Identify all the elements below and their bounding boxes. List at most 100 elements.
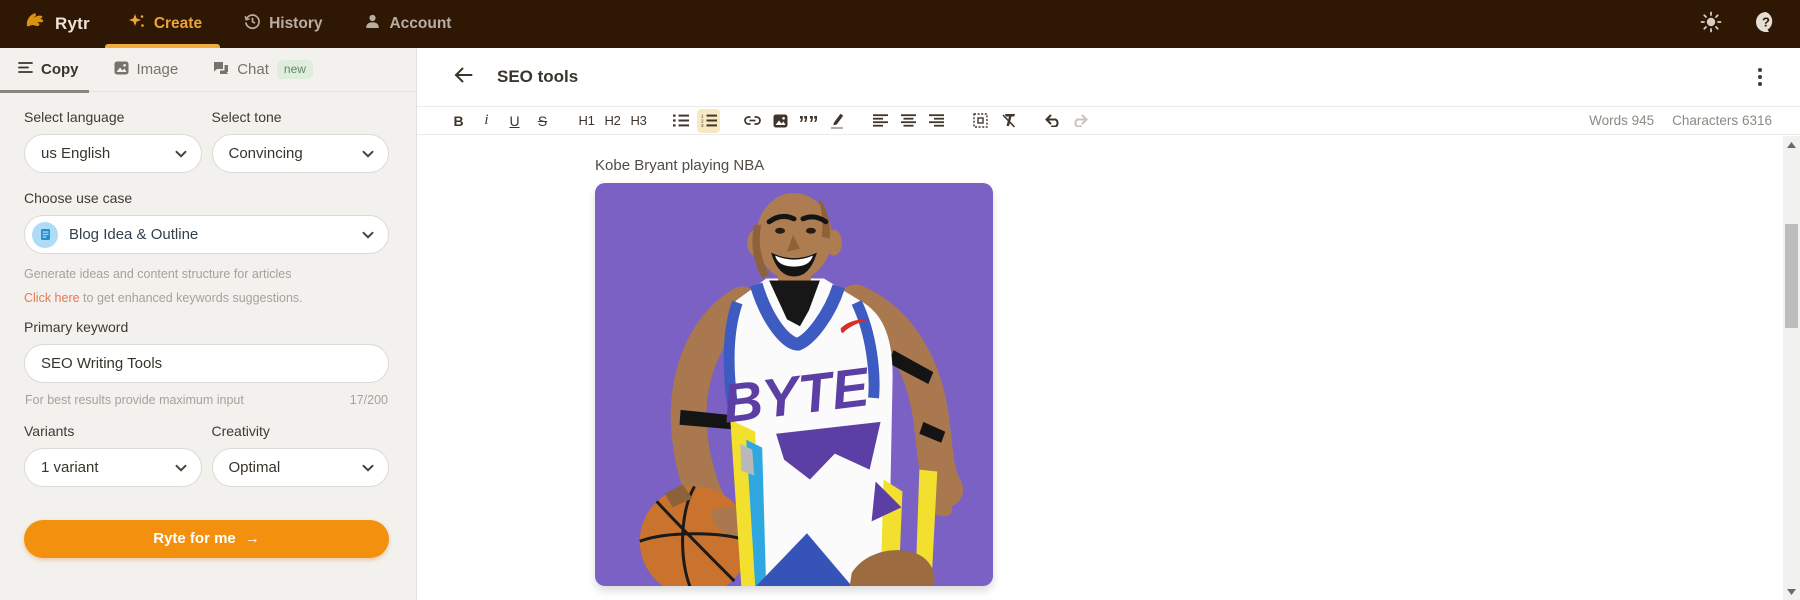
words-count: 945 [1632, 113, 1655, 128]
creativity-label: Creativity [212, 423, 390, 439]
keyword-helper-text: For best results provide maximum input [25, 393, 244, 407]
chevron-down-icon [362, 459, 374, 476]
underline-button[interactable]: U [503, 109, 526, 133]
document-title: SEO tools [497, 67, 578, 87]
chevron-down-icon [175, 145, 187, 162]
creativity-select[interactable]: Optimal [212, 448, 390, 487]
scroll-up-arrow[interactable] [1783, 136, 1800, 153]
theme-toggle-sun-icon[interactable] [1700, 11, 1722, 38]
link-button[interactable] [741, 109, 764, 133]
align-right-button[interactable] [925, 109, 948, 133]
tab-chat-label: Chat [237, 61, 269, 78]
rytr-logo-icon [24, 12, 46, 37]
document-header: SEO tools [417, 48, 1800, 107]
back-arrow-icon[interactable] [454, 67, 473, 88]
keyword-char-counter: 17/200 [350, 393, 388, 407]
heading3-button[interactable]: H3 [627, 109, 650, 133]
formatting-toolbar: B i U S H1 H2 H3 123 [417, 107, 1800, 135]
insert-image-button[interactable] [769, 109, 792, 133]
tab-copy[interactable]: Copy [18, 48, 79, 92]
sidebar-form: Select language us English Select tone C… [0, 92, 416, 558]
heading2-button[interactable]: H2 [601, 109, 624, 133]
svg-text:?: ? [1762, 14, 1770, 29]
rytr-brand[interactable]: Rytr [24, 12, 90, 37]
tab-image-label: Image [137, 61, 179, 78]
characters-label: Characters [1672, 113, 1738, 128]
history-clock-icon [244, 13, 261, 35]
copy-lines-icon [18, 61, 33, 78]
brand-name: Rytr [55, 14, 90, 34]
account-person-icon [364, 13, 381, 35]
use-case-value: Blog Idea & Outline [69, 226, 362, 243]
heading1-button[interactable]: H1 [575, 109, 598, 133]
sparkle-icon [128, 13, 146, 36]
click-here-link[interactable]: Click here [24, 291, 80, 305]
tone-value: Convincing [229, 145, 363, 162]
rytr-app: Rytr Create History Account ? [0, 0, 1800, 600]
more-options-icon[interactable] [1752, 64, 1768, 90]
tab-copy-label: Copy [41, 61, 79, 78]
strikethrough-button[interactable]: S [531, 109, 554, 133]
kobe-bryant-illustration[interactable]: BYTE [595, 183, 993, 586]
align-center-button[interactable] [897, 109, 920, 133]
sidebar-tabs: Copy Image Chat new [0, 48, 416, 92]
main-panel: SEO tools B i U S H1 H2 H3 123 [417, 48, 1800, 600]
bold-button[interactable]: B [447, 109, 470, 133]
undo-button[interactable] [1041, 109, 1064, 133]
language-label: Select language [24, 109, 202, 125]
use-case-description: Generate ideas and content structure for… [24, 265, 389, 284]
chat-bubble-icon [213, 61, 229, 79]
new-badge: new [277, 60, 313, 79]
redo-button[interactable] [1069, 109, 1092, 133]
primary-keyword-input[interactable] [24, 344, 389, 383]
ryte-for-me-button[interactable]: Ryte for me → [24, 520, 389, 558]
document-stats: Words 945 Characters 6316 [1589, 113, 1774, 128]
blockquote-button[interactable]: ”” [797, 109, 820, 133]
select-all-button[interactable] [969, 109, 992, 133]
nav-history-label: History [269, 15, 322, 33]
highlight-pen-button[interactable] [825, 109, 848, 133]
variants-label: Variants [24, 423, 202, 439]
language-select[interactable]: us English [24, 134, 202, 173]
tab-chat[interactable]: Chat new [213, 48, 313, 92]
italic-button[interactable]: i [475, 109, 498, 133]
numbered-list-button[interactable]: 123 [697, 109, 720, 133]
blog-document-icon [32, 222, 58, 248]
tone-label: Select tone [212, 109, 390, 125]
variants-select[interactable]: 1 variant [24, 448, 202, 487]
bullet-list-button[interactable] [669, 109, 692, 133]
nav-item-account[interactable]: Account [364, 0, 451, 48]
sidebar: Copy Image Chat new [0, 48, 417, 600]
image-icon [114, 61, 129, 79]
variants-value: 1 variant [41, 459, 175, 476]
top-navbar: Rytr Create History Account ? [0, 0, 1800, 48]
clear-formatting-button[interactable] [997, 109, 1020, 133]
nav-create-label: Create [154, 15, 202, 33]
words-label: Words [1589, 113, 1628, 128]
creativity-value: Optimal [229, 459, 363, 476]
nav-item-create[interactable]: Create [128, 0, 202, 48]
vertical-scrollbar[interactable] [1783, 136, 1800, 600]
language-value: us English [41, 145, 175, 162]
help-icon[interactable]: ? [1754, 10, 1778, 39]
cta-label: Ryte for me [153, 530, 236, 547]
arrow-right-icon: → [245, 530, 260, 547]
chevron-down-icon [362, 145, 374, 162]
nav-item-history[interactable]: History [244, 0, 322, 48]
use-case-label: Choose use case [24, 190, 389, 206]
image-caption-text[interactable]: Kobe Bryant playing NBA [595, 157, 1800, 174]
scrollbar-thumb[interactable] [1785, 224, 1798, 328]
align-left-button[interactable] [869, 109, 892, 133]
nav-account-label: Account [389, 15, 451, 33]
editor-content[interactable]: Kobe Bryant playing NBA [417, 135, 1800, 600]
chevron-down-icon [175, 459, 187, 476]
tone-select[interactable]: Convincing [212, 134, 390, 173]
chevron-down-icon [362, 226, 374, 243]
link-suffix: to get enhanced keywords suggestions. [80, 291, 303, 305]
keywords-suggestion-line: Click here to get enhanced keywords sugg… [24, 291, 389, 305]
primary-keyword-label: Primary keyword [24, 319, 389, 335]
tab-image[interactable]: Image [114, 48, 179, 92]
characters-count: 6316 [1742, 113, 1772, 128]
scroll-down-arrow[interactable] [1783, 583, 1800, 600]
use-case-select[interactable]: Blog Idea & Outline [24, 215, 389, 254]
